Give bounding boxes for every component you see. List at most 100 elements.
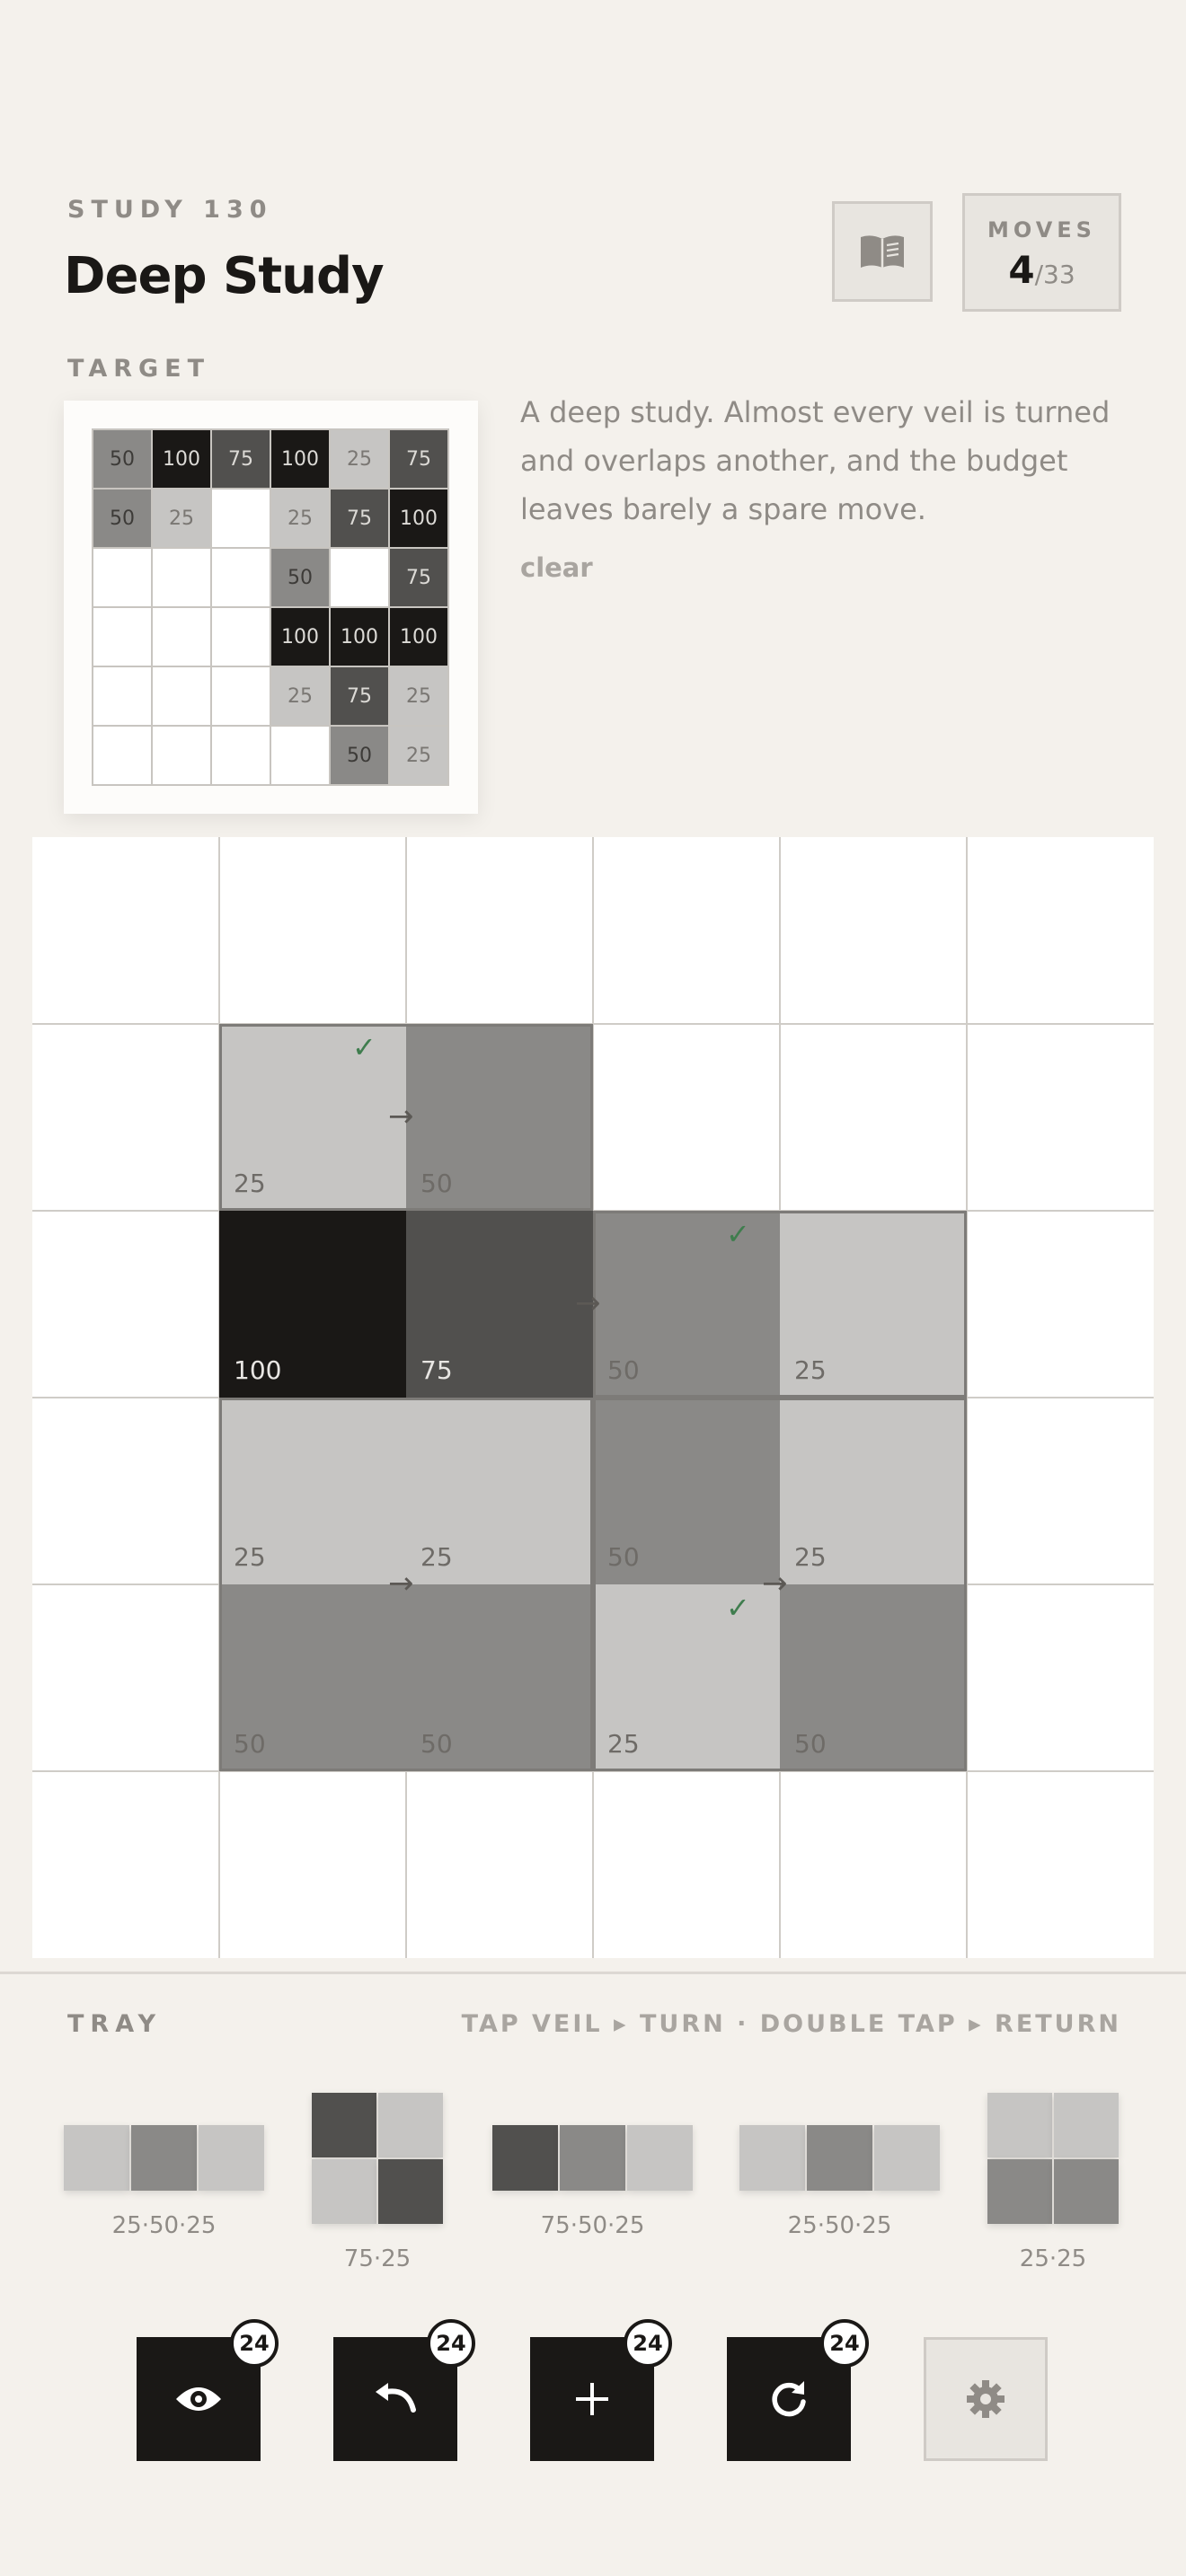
target-cell [93, 608, 153, 667]
book-icon [861, 235, 904, 268]
tray-hint: TAP VEIL ▸ TURN · DOUBLE TAP ▸ RETURN [461, 2010, 1121, 2038]
tray-block [1054, 2159, 1119, 2224]
target-cell: 25 [390, 727, 449, 786]
target-cell: 100 [390, 490, 449, 549]
tray-piece-caption: 75·25 [343, 2245, 412, 2272]
target-cell [153, 727, 212, 786]
gear-icon [967, 2380, 1005, 2418]
target-cell: 75 [331, 667, 390, 727]
target-cell [212, 549, 271, 608]
tray-block [627, 2125, 693, 2191]
clear-button[interactable]: clear [520, 552, 593, 583]
undo-icon [376, 2383, 416, 2413]
tray-block [199, 2125, 264, 2191]
target-cell: 75 [390, 549, 449, 608]
target-cell: 25 [331, 430, 390, 490]
tray-block [312, 2159, 376, 2224]
level-description: A deep study. Almost every veil is turne… [520, 395, 1111, 526]
tray-piece[interactable] [312, 2093, 443, 2224]
tray-piece[interactable] [987, 2093, 1119, 2224]
target-cell: 75 [390, 430, 449, 490]
target-cell: 25 [271, 490, 331, 549]
target-cell [212, 727, 271, 786]
tray-piece[interactable] [492, 2125, 693, 2191]
settings-button[interactable] [924, 2337, 1048, 2461]
game-board[interactable]: 25 50 100 75 50 25 25 25 50 25 50 50 25 50 → → → → ✓ ✓ ✓ [32, 837, 1154, 1958]
cell-value: 75 [420, 1355, 453, 1385]
target-cell [212, 490, 271, 549]
undo-button[interactable]: 24 [333, 2319, 475, 2461]
reset-count-badge: 24 [820, 2319, 869, 2368]
moves-current: 4 [1008, 248, 1035, 292]
peek-button[interactable]: 24 [137, 2319, 279, 2461]
tray-piece-caption: 75·50·25 [540, 2212, 645, 2239]
target-grid: 50 100 75 100 25 75 50 25 25 75 100 50 75 100 100 100 25… [92, 428, 449, 786]
target-cell: 100 [271, 430, 331, 490]
target-cell [153, 667, 212, 727]
target-preview: 50 100 75 100 25 75 50 25 25 75 100 50 75 100 100 100 25… [64, 401, 478, 814]
tray-block [492, 2125, 558, 2191]
tray-block [64, 2125, 129, 2191]
tray-block [739, 2125, 805, 2191]
tray-block [312, 2093, 376, 2157]
board-cell[interactable]: 75 [406, 1211, 593, 1398]
reset-button[interactable]: 24 [727, 2319, 869, 2461]
target-cell: 25 [153, 490, 212, 549]
page-title: Deep Study [64, 247, 385, 305]
target-cell: 50 [93, 430, 153, 490]
tray-block [378, 2093, 443, 2157]
target-cell [93, 667, 153, 727]
study-label: STUDY 130 [67, 196, 273, 224]
peek-count-badge: 24 [230, 2319, 279, 2368]
cell-value: 100 [234, 1355, 282, 1385]
plus-icon [576, 2383, 608, 2415]
eye-icon [176, 2387, 221, 2411]
board-cell[interactable]: 100 [219, 1211, 406, 1398]
tray-block [378, 2159, 443, 2224]
target-cell [93, 549, 153, 608]
moves-counter: MOVES 4/33 [962, 193, 1121, 312]
moves-total: /33 [1034, 260, 1075, 289]
target-cell: 50 [93, 490, 153, 549]
tray-piece[interactable] [739, 2125, 940, 2191]
target-cell: 100 [153, 430, 212, 490]
turn-arrow-icon: → [388, 1566, 414, 1601]
veil-outline[interactable] [593, 1211, 967, 1398]
target-cell: 25 [271, 667, 331, 727]
refresh-icon [772, 2381, 806, 2417]
tray-piece-caption: 25·25 [1019, 2245, 1087, 2272]
check-icon: ✓ [726, 1217, 750, 1251]
target-cell [212, 608, 271, 667]
tray-label: TRAY [67, 2010, 163, 2038]
tray-block [874, 2125, 940, 2191]
target-cell: 100 [331, 608, 390, 667]
moves-value: 4/33 [965, 248, 1119, 292]
tray-piece-caption: 25·50·25 [111, 2212, 217, 2239]
rules-book-button[interactable] [832, 201, 933, 302]
tray-piece-caption: 25·50·25 [787, 2212, 892, 2239]
target-cell: 100 [390, 608, 449, 667]
tray-block [1054, 2093, 1119, 2157]
tray-block [807, 2125, 872, 2191]
target-cell: 100 [271, 608, 331, 667]
add-count-badge: 24 [624, 2319, 672, 2368]
turn-arrow-icon: → [575, 1285, 601, 1321]
target-cell [153, 608, 212, 667]
tray-block [560, 2125, 625, 2191]
target-cell [331, 549, 390, 608]
tray-block [131, 2125, 197, 2191]
target-cell [153, 549, 212, 608]
target-cell: 50 [331, 727, 390, 786]
target-cell [93, 727, 153, 786]
target-label: TARGET [67, 355, 211, 383]
check-icon: ✓ [726, 1591, 750, 1625]
undo-count-badge: 24 [427, 2319, 475, 2368]
turn-arrow-icon: → [388, 1098, 414, 1134]
tray-divider [0, 1972, 1186, 1974]
add-button[interactable]: 24 [530, 2319, 672, 2461]
turn-arrow-icon: → [762, 1566, 788, 1601]
target-cell: 50 [271, 549, 331, 608]
target-cell: 25 [390, 667, 449, 727]
tray-piece[interactable] [64, 2125, 264, 2191]
target-cell: 75 [212, 430, 271, 490]
